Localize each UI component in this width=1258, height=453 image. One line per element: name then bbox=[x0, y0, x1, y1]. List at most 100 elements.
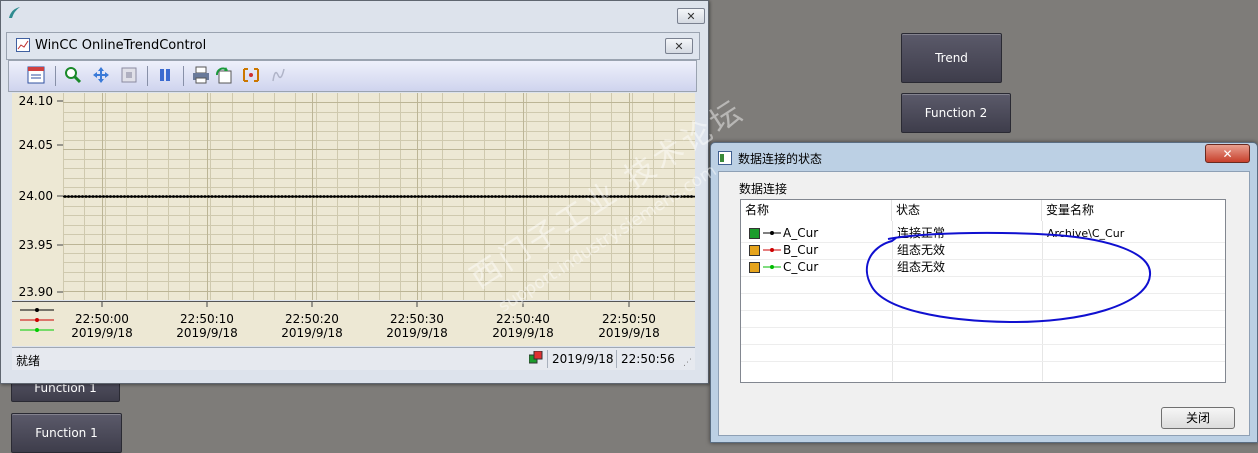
original-view-icon[interactable] bbox=[119, 65, 139, 85]
series-a-cur-point bbox=[483, 195, 487, 198]
series-a-cur-point bbox=[539, 195, 543, 198]
x-axis: 22:50:00 2019/9/18 22:50:10 2019/9/18 22:5… bbox=[63, 301, 695, 346]
series-a-cur-point bbox=[189, 195, 193, 198]
series-a-cur-point bbox=[532, 195, 536, 198]
function1-button[interactable]: Function 1 bbox=[11, 413, 122, 453]
series-a-cur-point bbox=[455, 195, 459, 198]
series-a-cur-point bbox=[277, 195, 280, 198]
outer-close-icon[interactable]: ✕ bbox=[677, 8, 705, 24]
series-a-cur-point bbox=[672, 195, 676, 198]
series-a-cur-point bbox=[637, 195, 641, 198]
status-text: 就绪 bbox=[16, 354, 41, 368]
time-range-icon[interactable] bbox=[241, 65, 261, 85]
series-a-cur-point bbox=[686, 195, 690, 198]
series-a-cur-point bbox=[256, 195, 259, 198]
x-tick-label: 22:50:00 2019/9/18 bbox=[71, 312, 133, 340]
series-a-cur-point bbox=[382, 195, 385, 198]
series-a-cur-point bbox=[676, 195, 679, 198]
row-status: 连接正常 bbox=[897, 226, 946, 240]
series-a-cur-point bbox=[585, 195, 588, 198]
column-header-tag[interactable]: 变量名称 bbox=[1042, 200, 1224, 221]
series-a-cur-point bbox=[462, 195, 466, 198]
series-a-cur-point bbox=[396, 195, 399, 198]
series-a-cur-point bbox=[550, 195, 553, 198]
series-a-cur-point bbox=[312, 195, 315, 198]
row-status: 组态无效 bbox=[897, 243, 946, 257]
series-a-cur-point bbox=[347, 195, 350, 198]
row-status-icon bbox=[749, 228, 760, 239]
series-a-cur-point bbox=[249, 195, 252, 198]
series-a-cur-point bbox=[200, 195, 203, 198]
series-a-cur-point bbox=[336, 195, 340, 198]
series-a-cur-point bbox=[280, 195, 284, 198]
series-a-cur-point bbox=[77, 195, 81, 198]
series-a-cur-point bbox=[305, 195, 308, 198]
series-a-cur-point bbox=[273, 195, 277, 198]
series-a-cur-point bbox=[329, 195, 333, 198]
series-a-cur-point bbox=[644, 195, 648, 198]
column-header-status[interactable]: 状态 bbox=[892, 200, 1042, 221]
move-icon[interactable] bbox=[91, 65, 111, 85]
select-data-icon[interactable] bbox=[213, 65, 233, 85]
series-a-cur-point bbox=[242, 195, 245, 198]
series-a-cur-point bbox=[602, 195, 606, 198]
series-a-cur-point bbox=[70, 195, 74, 198]
series-a-cur-point bbox=[469, 195, 473, 198]
series-a-cur-point bbox=[616, 195, 620, 198]
table-row[interactable]: C_Cur 组态无效 bbox=[741, 259, 1225, 277]
series-a-cur-point bbox=[102, 195, 105, 198]
series-a-cur-point bbox=[648, 195, 651, 198]
series-a-cur-point bbox=[592, 195, 595, 198]
zoom-icon[interactable] bbox=[63, 65, 83, 85]
column-header-name[interactable]: 名称 bbox=[741, 200, 892, 221]
stop-icon[interactable] bbox=[155, 65, 175, 85]
config-dialog-icon[interactable] bbox=[26, 65, 46, 85]
row-tag: Archive\C_Cur bbox=[1047, 227, 1125, 240]
series-a-cur-point bbox=[679, 195, 683, 198]
series-a-cur-point bbox=[179, 195, 182, 198]
series-a-cur-point bbox=[144, 195, 147, 198]
series-a-cur-point bbox=[658, 195, 662, 198]
series-a-cur-point bbox=[564, 195, 567, 198]
series-a-cur-point bbox=[284, 195, 287, 198]
series-a-cur-point bbox=[224, 195, 228, 198]
series-a-cur-point bbox=[525, 195, 529, 198]
series-a-cur-point bbox=[417, 195, 420, 198]
series-a-cur-point bbox=[158, 195, 161, 198]
series-a-cur-point bbox=[497, 195, 501, 198]
print-icon[interactable] bbox=[191, 65, 211, 85]
series-a-cur-point bbox=[529, 195, 532, 198]
series-a-cur-point bbox=[95, 195, 98, 198]
plot-area[interactable] bbox=[63, 93, 696, 300]
series-a-cur-point bbox=[438, 195, 441, 198]
series-a-cur-point bbox=[126, 195, 130, 198]
series-a-cur-point bbox=[354, 195, 357, 198]
row-status-icon bbox=[749, 262, 760, 273]
series-a-cur-point bbox=[609, 195, 613, 198]
table-row[interactable]: A_Cur 连接正常 Archive\C_Cur bbox=[741, 225, 1225, 243]
table-row[interactable]: B_Cur 组态无效 bbox=[741, 242, 1225, 260]
series-a-cur-point bbox=[88, 195, 91, 198]
series-a-cur-point bbox=[186, 195, 189, 198]
series-a-cur-point bbox=[361, 195, 364, 198]
control-close-icon[interactable]: ✕ bbox=[665, 38, 693, 54]
series-a-cur-point bbox=[193, 195, 196, 198]
resize-grip-icon[interactable]: ⋰ bbox=[683, 358, 692, 368]
series-a-cur-point bbox=[133, 195, 137, 198]
series-a-cur-point bbox=[235, 195, 238, 198]
series-a-cur-point bbox=[427, 195, 431, 198]
series-a-cur-point bbox=[147, 195, 151, 198]
function2-button[interactable]: Function 2 bbox=[901, 93, 1011, 133]
connection-status-icon[interactable] bbox=[528, 350, 543, 365]
trend-button[interactable]: Trend bbox=[901, 33, 1002, 83]
series-a-cur-point bbox=[504, 195, 508, 198]
connection-list[interactable]: 名称 状态 变量名称 A_Cur 连接正常 Archive\C_Cur B_Cu… bbox=[740, 199, 1226, 383]
series-a-cur-point bbox=[406, 195, 410, 198]
y-tick-label: 23.95 bbox=[18, 238, 53, 252]
series-a-cur-point bbox=[595, 195, 599, 198]
series-a-cur-point bbox=[669, 195, 672, 198]
dialog-close-button[interactable]: ✕ bbox=[1205, 144, 1250, 163]
series-a-cur-point bbox=[322, 195, 326, 198]
series-a-cur-point bbox=[490, 195, 494, 198]
close-button[interactable]: 关闭 bbox=[1161, 407, 1235, 429]
